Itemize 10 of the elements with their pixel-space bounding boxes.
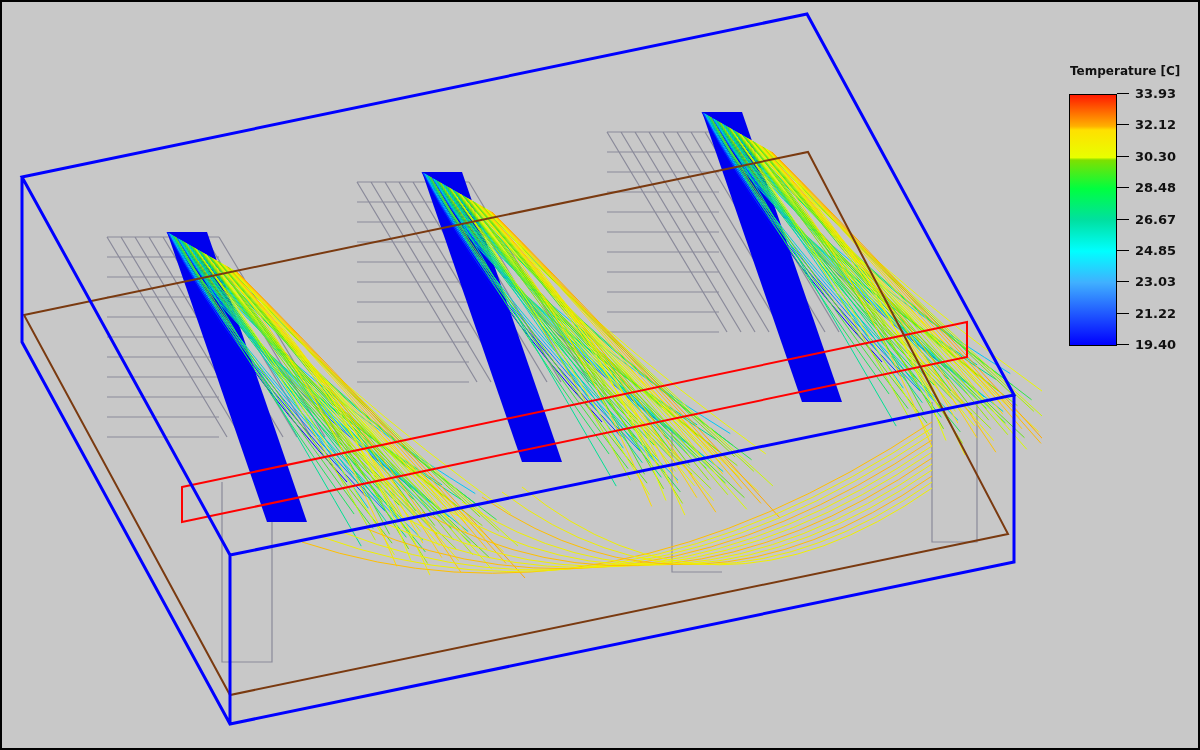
scale-tick-label: 32.12 bbox=[1135, 117, 1177, 133]
scale-tick-label: 21.22 bbox=[1135, 305, 1177, 321]
scale-tick-label: 33.93 bbox=[1135, 86, 1177, 101]
scale-tick-label: 26.67 bbox=[1135, 211, 1177, 227]
scale-tick-label: 30.30 bbox=[1135, 148, 1177, 164]
scale-tick-label: 23.03 bbox=[1135, 274, 1177, 290]
scale-tick-label: 24.85 bbox=[1135, 242, 1177, 258]
scale-tick-label: 19.40 bbox=[1135, 337, 1177, 352]
legend-title: Temperature [C] bbox=[1070, 64, 1181, 78]
scale-tick-label: 28.48 bbox=[1135, 180, 1177, 196]
